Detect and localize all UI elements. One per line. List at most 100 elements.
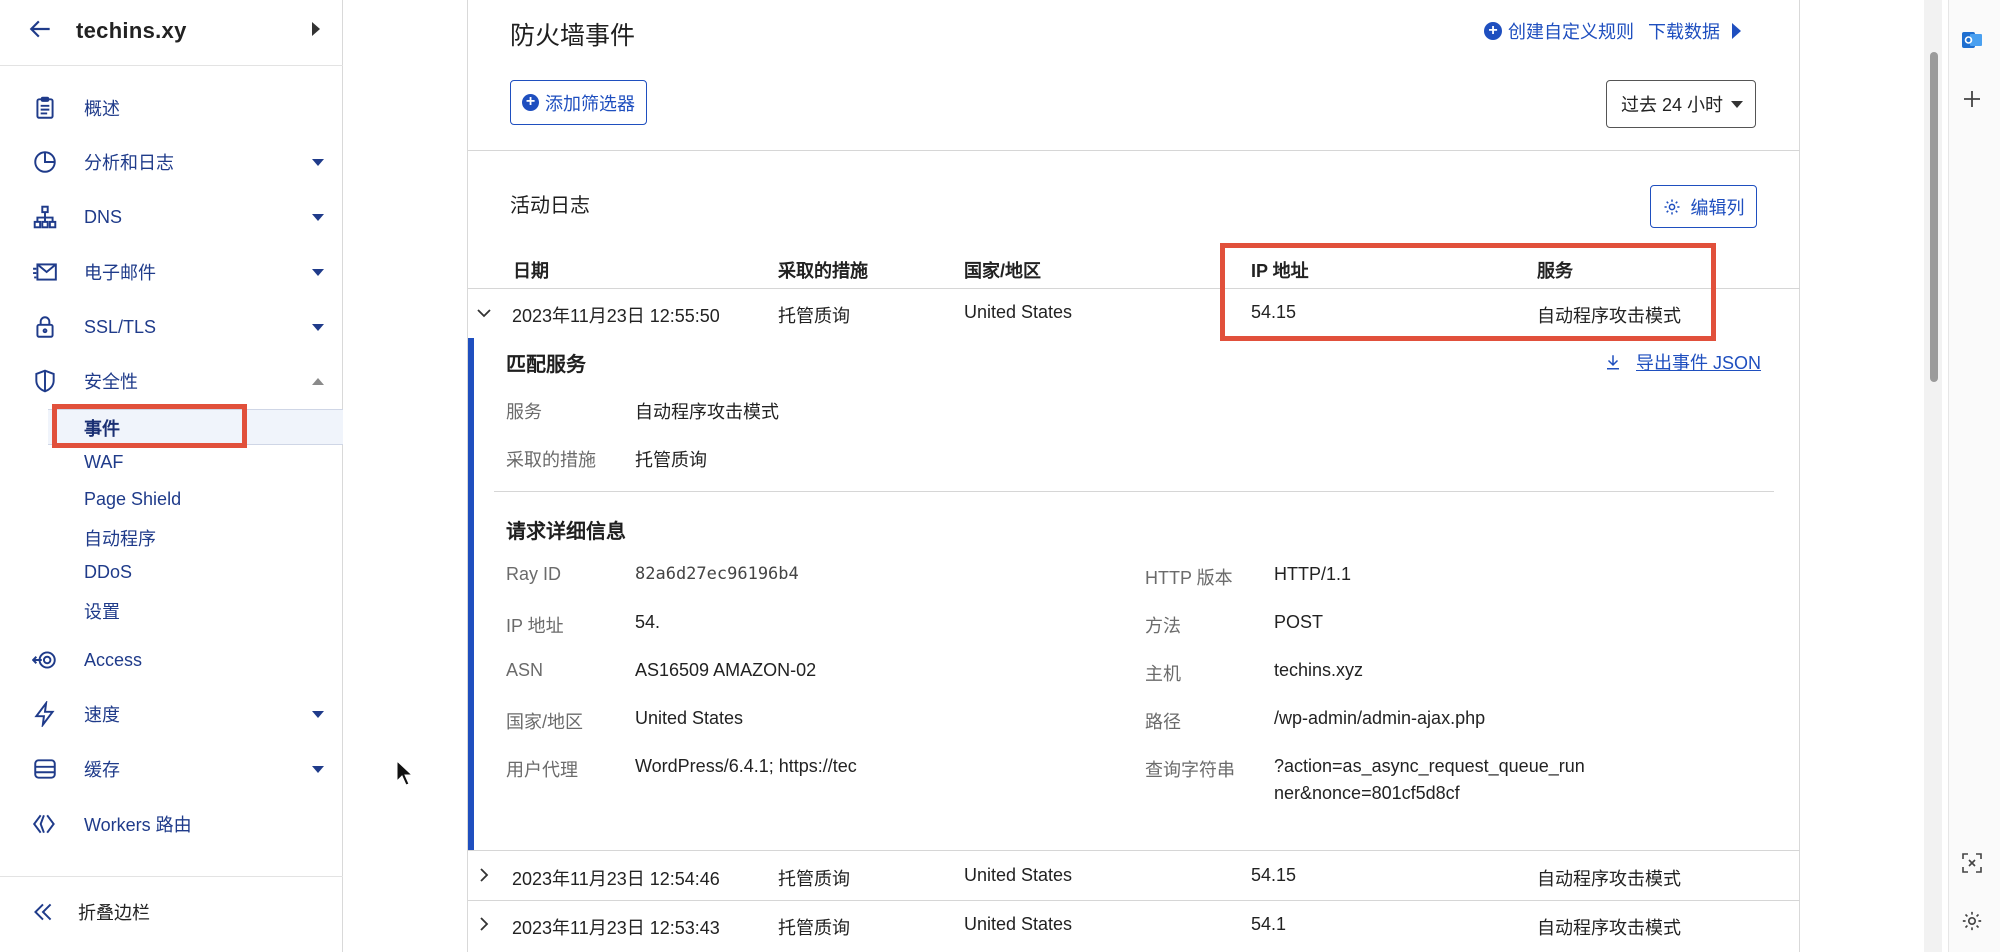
time-range-label: 过去 24 小时 — [1621, 95, 1724, 115]
nav-workers[interactable]: Workers 路由 — [0, 801, 343, 847]
col-date[interactable]: 日期 — [513, 257, 549, 283]
download-label: 下载数据 — [1648, 22, 1720, 42]
detail-label: 查询字符串 — [1145, 760, 1235, 780]
row-ip: 54.1 — [1251, 914, 1287, 934]
edit-columns-label: 编辑列 — [1690, 197, 1745, 218]
nav-access-label: Access — [84, 649, 143, 670]
domain-name[interactable]: techins.xy — [76, 18, 187, 44]
ray-id-value: 82a6d27ec96196b4 — [635, 564, 799, 584]
server-icon — [34, 759, 56, 779]
query-string-value: ?action=as_async_request_queue_run — [1274, 756, 1585, 776]
plus-circle-icon: + — [1484, 22, 1502, 40]
nav-dns[interactable]: DNS — [0, 194, 343, 240]
nav-cache[interactable]: 缓存 — [0, 746, 343, 792]
detail-label: ASN — [506, 660, 544, 680]
sub-item-bots[interactable]: 自动程序 — [84, 525, 156, 551]
row-date: 2023年11月23日 12:54:46 — [512, 869, 720, 889]
browser-side-strip — [1948, 0, 2000, 952]
nav-email[interactable]: 电子邮件 — [0, 249, 343, 295]
plus-circle-icon: + — [522, 94, 539, 111]
collapse-sidebar[interactable]: 折叠边栏 — [0, 876, 343, 952]
network-icon — [33, 205, 57, 229]
chevron-down-icon — [312, 158, 324, 166]
row-country: United States — [964, 865, 1073, 885]
query-string-value-cont: ner&nonce=801cf5d8cf — [1274, 783, 1460, 803]
row-service: 自动程序攻击模式 — [1537, 869, 1681, 889]
ip-value: 54. — [635, 612, 661, 632]
detail-label: 方法 — [1145, 616, 1181, 636]
lightning-icon — [34, 701, 55, 727]
country-value: United States — [635, 708, 744, 728]
nav-dns-label: DNS — [84, 206, 123, 227]
nav-speed[interactable]: 速度 — [0, 691, 343, 737]
download-icon — [1607, 355, 1619, 370]
lock-icon — [36, 316, 54, 338]
time-range-select[interactable]: 过去 24 小时 — [1606, 80, 1756, 128]
nav-analytics[interactable]: 分析和日志 — [0, 139, 343, 185]
screenshot-icon[interactable] — [1961, 852, 1983, 874]
col-country[interactable]: 国家/地区 — [964, 257, 1041, 283]
access-icon — [32, 651, 56, 669]
chevron-down-icon — [1731, 100, 1744, 108]
export-json-link[interactable]: 导出事件 JSON — [1604, 349, 1761, 375]
nav-cache-label: 缓存 — [84, 760, 120, 780]
http-version-value: HTTP/1.1 — [1274, 564, 1352, 584]
plus-icon[interactable] — [1961, 88, 1983, 110]
sub-item-settings[interactable]: 设置 — [84, 598, 120, 624]
chevron-down-icon — [312, 268, 324, 276]
detail-label: 用户代理 — [506, 760, 578, 780]
row-action: 托管质询 — [778, 306, 850, 326]
divider — [494, 491, 1774, 492]
highlight-box-events — [52, 404, 247, 448]
caret-right-icon — [1732, 23, 1741, 39]
nav-analytics-label: 分析和日志 — [84, 153, 174, 173]
chevron-down-icon — [312, 323, 324, 331]
nav-email-label: 电子邮件 — [84, 263, 156, 283]
detail-value: 托管质询 — [635, 450, 707, 470]
sub-item-waf[interactable]: WAF — [84, 452, 123, 473]
method-value: POST — [1274, 612, 1324, 632]
row-country: United States — [964, 914, 1073, 934]
detail-label: Ray ID — [506, 564, 562, 584]
sub-item-ddos[interactable]: DDoS — [84, 562, 132, 583]
shield-icon — [35, 369, 55, 393]
detail-label: 路径 — [1145, 712, 1181, 732]
export-json-label: 导出事件 JSON — [1636, 353, 1762, 373]
nav-access[interactable]: Access — [0, 637, 343, 683]
detail-label: 采取的措施 — [506, 450, 596, 470]
create-rule-link[interactable]: + 创建自定义规则 — [1484, 18, 1634, 44]
expanded-indicator — [468, 338, 474, 850]
workers-icon — [32, 814, 55, 834]
back-arrow-icon[interactable] — [28, 16, 54, 42]
domain-switch-icon[interactable] — [312, 22, 320, 36]
row-ip: 54.15 — [1251, 865, 1297, 885]
nav-overview[interactable]: 概述 — [0, 85, 343, 131]
scrollbar-thumb[interactable] — [1930, 52, 1938, 382]
chevron-up-icon — [312, 377, 324, 385]
nav-ssl[interactable]: SSL/TLS — [0, 304, 343, 350]
chevron-down-icon[interactable] — [477, 306, 491, 320]
divider — [468, 900, 1800, 901]
chevron-right-icon[interactable] — [477, 868, 491, 882]
edit-columns-button[interactable]: 编辑列 — [1650, 185, 1757, 228]
settings-icon[interactable] — [1961, 910, 1983, 932]
add-filter-button[interactable]: + 添加筛选器 — [510, 80, 647, 125]
user-agent-value: WordPress/6.4.1; https://tec — [635, 756, 857, 776]
row-service: 自动程序攻击模式 — [1537, 918, 1681, 938]
nav-workers-label: Workers 路由 — [84, 815, 192, 835]
collapse-sidebar-label: 折叠边栏 — [78, 903, 150, 923]
host-value: techins.xyz — [1274, 660, 1364, 680]
highlight-box-ip-service — [1220, 243, 1716, 341]
chevron-right-icon[interactable] — [477, 917, 491, 931]
page-title: 防火墙事件 — [510, 22, 636, 50]
download-link[interactable]: 下载数据 — [1648, 18, 1741, 44]
col-action[interactable]: 采取的措施 — [778, 257, 868, 283]
nav-security[interactable]: 安全性 — [0, 358, 343, 404]
sub-item-page-shield[interactable]: Page Shield — [84, 489, 181, 510]
nav-overview-label: 概述 — [84, 99, 120, 119]
row-date: 2023年11月23日 12:53:43 — [512, 918, 720, 938]
gear-icon — [1664, 199, 1679, 214]
outlook-icon[interactable] — [1960, 28, 1984, 52]
path-value: /wp-admin/admin-ajax.php — [1274, 708, 1486, 728]
nav-security-label: 安全性 — [84, 372, 138, 392]
